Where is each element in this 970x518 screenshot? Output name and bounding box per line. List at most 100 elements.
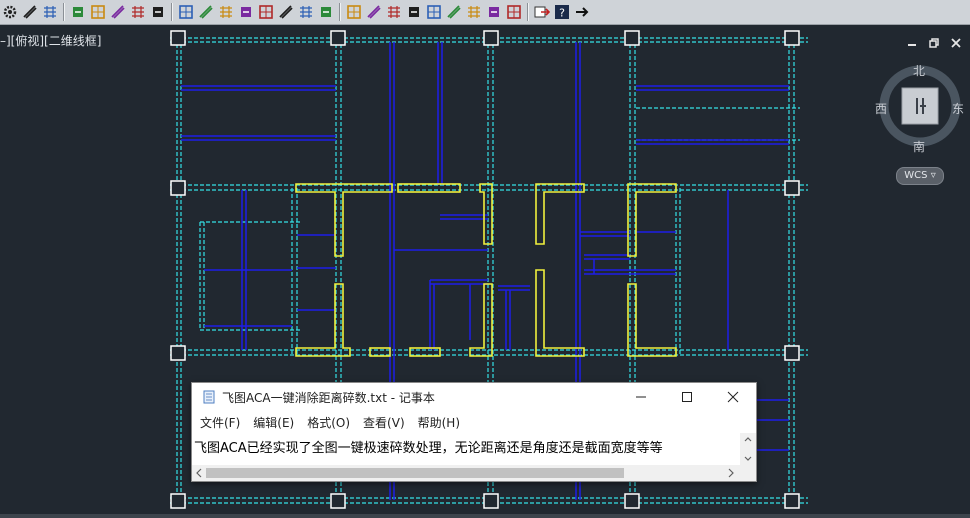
check-tool-button[interactable] [485, 3, 503, 21]
chevron-down-icon: ▿ [930, 170, 936, 181]
wall-tool-button[interactable] [217, 3, 235, 21]
dim-shrink-button[interactable] [425, 3, 443, 21]
scroll-arrows-icon [744, 437, 752, 461]
arrow-right-icon [576, 7, 589, 17]
notepad-text-area[interactable]: 飞图ACA已经实现了全图一键极速碎数处理，无论距离还是角度还是截面宽度等等 [194, 437, 738, 461]
notepad-icon [203, 390, 215, 404]
minimize-icon [636, 396, 646, 398]
layer-manager-icon [44, 6, 56, 18]
close-icon[interactable] [950, 34, 962, 48]
compass-east[interactable]: 东 [952, 100, 964, 117]
notepad-minimize-button[interactable] [618, 383, 664, 411]
opening-tool-icon [321, 7, 331, 17]
notepad-window[interactable]: 飞图ACA一键消除距离碎数.txt - 记事本 文件(F) 编辑(E) 格式(O… [191, 382, 757, 482]
layer-manager-button[interactable] [41, 3, 59, 21]
grid-hatch-button[interactable] [89, 3, 107, 21]
dim-shrink-icon [427, 5, 441, 19]
viewport-window-controls [906, 34, 962, 48]
ribbon-toolbar: ? [0, 0, 970, 25]
toolbar-separator [339, 3, 341, 21]
toolbar-separator [63, 3, 65, 21]
notepad-maximize-button[interactable] [664, 383, 710, 411]
dimension-tool-button[interactable] [405, 3, 423, 21]
select-filter-button[interactable] [505, 3, 523, 21]
notepad-titlebar[interactable]: 飞图ACA一键消除距离碎数.txt - 记事本 [192, 383, 756, 411]
status-strip [0, 514, 970, 518]
compass-west[interactable]: 西 [875, 100, 887, 117]
compass-north[interactable]: 北 [913, 62, 925, 79]
menu-edit[interactable]: 编辑(E) [253, 414, 294, 431]
section-tool-button[interactable] [365, 3, 383, 21]
arrow-right-button[interactable] [573, 3, 591, 21]
dimension-tool-icon [409, 7, 419, 17]
grid-snap-icon [111, 5, 125, 19]
scroll-thumb[interactable] [206, 468, 624, 478]
angle-tool-icon [447, 5, 461, 19]
column-grid-button[interactable] [149, 3, 167, 21]
notepad-size-grip[interactable] [740, 465, 756, 481]
viewcube-compass[interactable]: 北 南 东 西 [872, 62, 968, 162]
node-snap-icon [259, 5, 273, 19]
angle-tool-button[interactable] [445, 3, 463, 21]
gear-button[interactable] [1, 3, 19, 21]
beam-tool-button[interactable] [237, 3, 255, 21]
beam-tool-icon [241, 7, 251, 17]
maximize-icon [682, 392, 692, 402]
menu-format[interactable]: 格式(O) [307, 414, 350, 431]
rebar-grid-icon [347, 5, 361, 19]
grid-hatch-icon [91, 5, 105, 19]
beam-mark-button[interactable] [385, 3, 403, 21]
column-tool-icon [300, 6, 312, 18]
level-mark-icon [468, 6, 480, 18]
wcs-label: WCS [904, 170, 928, 181]
menu-help[interactable]: 帮助(H) [418, 414, 460, 431]
axis-grid-button[interactable] [177, 3, 195, 21]
slab-tool-icon [279, 5, 293, 19]
viewport-label[interactable]: –][俯视][二维线框] [0, 32, 101, 49]
level-mark-button[interactable] [465, 3, 483, 21]
notepad-horizontal-scrollbar[interactable] [192, 465, 740, 481]
toolbar-separator [171, 3, 173, 21]
layer-props-icon [23, 5, 37, 19]
export-button[interactable] [533, 3, 551, 21]
axis-grid-icon [179, 5, 193, 19]
slab-tool-button[interactable] [277, 3, 295, 21]
rebar-grid-button[interactable] [345, 3, 363, 21]
menu-view[interactable]: 查看(V) [363, 414, 405, 431]
node-snap-button[interactable] [257, 3, 275, 21]
notepad-title: 飞图ACA一键消除距离碎数.txt - 记事本 [222, 390, 435, 405]
notepad-menubar: 文件(F) 编辑(E) 格式(O) 查看(V) 帮助(H) [192, 411, 756, 433]
svg-text:?: ? [559, 7, 565, 20]
level-edit-icon [132, 6, 144, 18]
gear-icon [3, 5, 17, 19]
section-tool-icon [367, 5, 381, 19]
pen-edit-button[interactable] [69, 3, 87, 21]
toolbar-separator [527, 3, 529, 21]
compass-south[interactable]: 南 [913, 138, 925, 155]
minimize-icon[interactable] [906, 34, 918, 46]
notepad-close-button[interactable] [710, 383, 756, 411]
column-grid-icon [153, 7, 163, 17]
close-icon [727, 391, 739, 403]
axis-tag-icon [199, 5, 213, 19]
opening-tool-button[interactable] [317, 3, 335, 21]
pen-edit-icon [73, 7, 83, 17]
grid-snap-button[interactable] [109, 3, 127, 21]
scroll-right-icon [728, 468, 734, 478]
check-tool-icon [489, 7, 499, 17]
wall-tool-icon [220, 6, 232, 18]
wcs-dropdown[interactable]: WCS ▿ [896, 167, 944, 185]
column-tool-button[interactable] [297, 3, 315, 21]
beam-mark-icon [388, 6, 400, 18]
restore-icon[interactable] [928, 34, 940, 48]
select-filter-icon [507, 5, 521, 19]
export-icon [534, 6, 550, 18]
layer-props-button[interactable] [21, 3, 39, 21]
axis-tag-button[interactable] [197, 3, 215, 21]
help-icon: ? [555, 5, 569, 20]
level-edit-button[interactable] [129, 3, 147, 21]
notepad-vertical-scrollbar[interactable] [740, 433, 756, 465]
menu-file[interactable]: 文件(F) [200, 414, 240, 431]
scroll-left-icon [196, 468, 202, 478]
help-button[interactable]: ? [553, 3, 571, 21]
